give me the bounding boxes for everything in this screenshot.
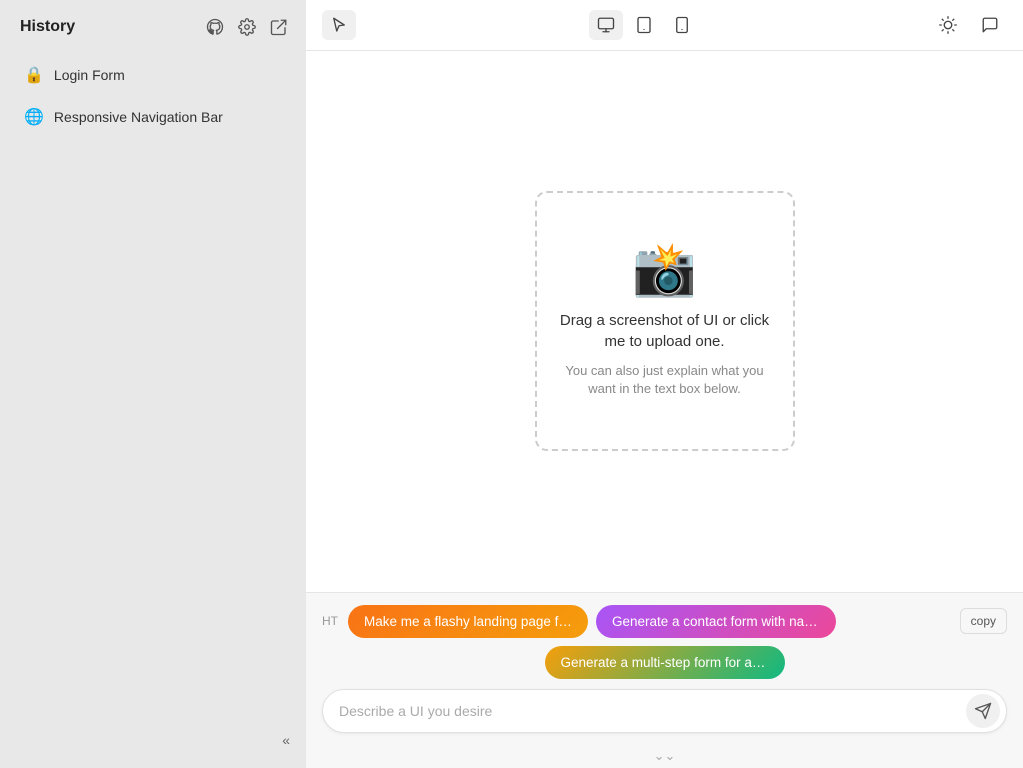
toolbar-right — [931, 10, 1007, 40]
mobile-icon — [673, 16, 691, 34]
mobile-view-button[interactable] — [665, 10, 699, 40]
input-row — [322, 689, 1007, 733]
prompt-input[interactable] — [339, 695, 958, 727]
github-icon — [206, 18, 224, 36]
external-link-icon — [270, 18, 288, 36]
preview-area: 📸 Drag a screenshot of UI or click me to… — [306, 51, 1023, 592]
sidebar-item-responsive-label: Responsive Navigation Bar — [54, 109, 223, 125]
desktop-view-button[interactable] — [589, 10, 623, 40]
chip-landing-page[interactable]: Make me a flashy landing page for an ... — [348, 605, 588, 638]
main-panel: 📸 Drag a screenshot of UI or click me to… — [306, 0, 1023, 768]
chevron-area: ⌄⌄ — [306, 745, 1023, 768]
comment-button[interactable] — [973, 10, 1007, 40]
sidebar-title: History — [20, 18, 75, 36]
tablet-view-button[interactable] — [627, 10, 661, 40]
bottom-area: HT Make me a flashy landing page for an … — [306, 592, 1023, 768]
copy-button[interactable]: copy — [960, 608, 1007, 634]
sidebar-item-responsive-nav[interactable]: 🌐 Responsive Navigation Bar — [8, 98, 298, 136]
sidebar: History 🔒 — [0, 0, 306, 768]
sidebar-collapse-button[interactable]: « — [282, 732, 290, 748]
upload-title: Drag a screenshot of UI or click me to u… — [557, 310, 773, 352]
toolbar-left — [322, 10, 356, 40]
send-button[interactable] — [966, 694, 1000, 728]
camera-emoji: 📸 — [632, 244, 697, 296]
tablet-icon — [635, 16, 653, 34]
sidebar-item-login-label: Login Form — [54, 67, 125, 83]
toolbar — [306, 0, 1023, 51]
sidebar-item-login-form[interactable]: 🔒 Login Form — [8, 56, 298, 94]
sidebar-header: History — [0, 0, 306, 54]
sun-icon — [939, 16, 957, 34]
send-icon — [974, 702, 992, 720]
new-window-icon-button[interactable] — [268, 16, 290, 38]
collapse-icon: « — [282, 732, 290, 748]
chips-row-2: Generate a multi-step form for a chec... — [306, 638, 1023, 679]
responsive-nav-icon: 🌐 — [24, 107, 44, 127]
sidebar-icon-group — [204, 16, 290, 38]
settings-icon-button[interactable] — [236, 16, 258, 38]
gear-icon — [238, 18, 256, 36]
ht-label: HT — [322, 614, 338, 628]
chips-row-1: HT Make me a flashy landing page for an … — [306, 593, 1023, 638]
chip-multistep-form[interactable]: Generate a multi-step form for a chec... — [545, 646, 785, 679]
login-form-icon: 🔒 — [24, 65, 44, 85]
upload-subtitle: You can also just explain what you want … — [557, 362, 773, 398]
comment-icon — [981, 16, 999, 34]
cursor-icon — [330, 16, 348, 34]
github-icon-button[interactable] — [204, 16, 226, 38]
desktop-icon — [597, 16, 615, 34]
sun-toggle-button[interactable] — [931, 10, 965, 40]
chip-contact-form[interactable]: Generate a contact form with name, e... — [596, 605, 836, 638]
toolbar-center — [589, 10, 699, 40]
upload-zone[interactable]: 📸 Drag a screenshot of UI or click me to… — [535, 191, 795, 451]
cursor-tool-button[interactable] — [322, 10, 356, 40]
chevron-down-icon: ⌄⌄ — [654, 751, 676, 760]
